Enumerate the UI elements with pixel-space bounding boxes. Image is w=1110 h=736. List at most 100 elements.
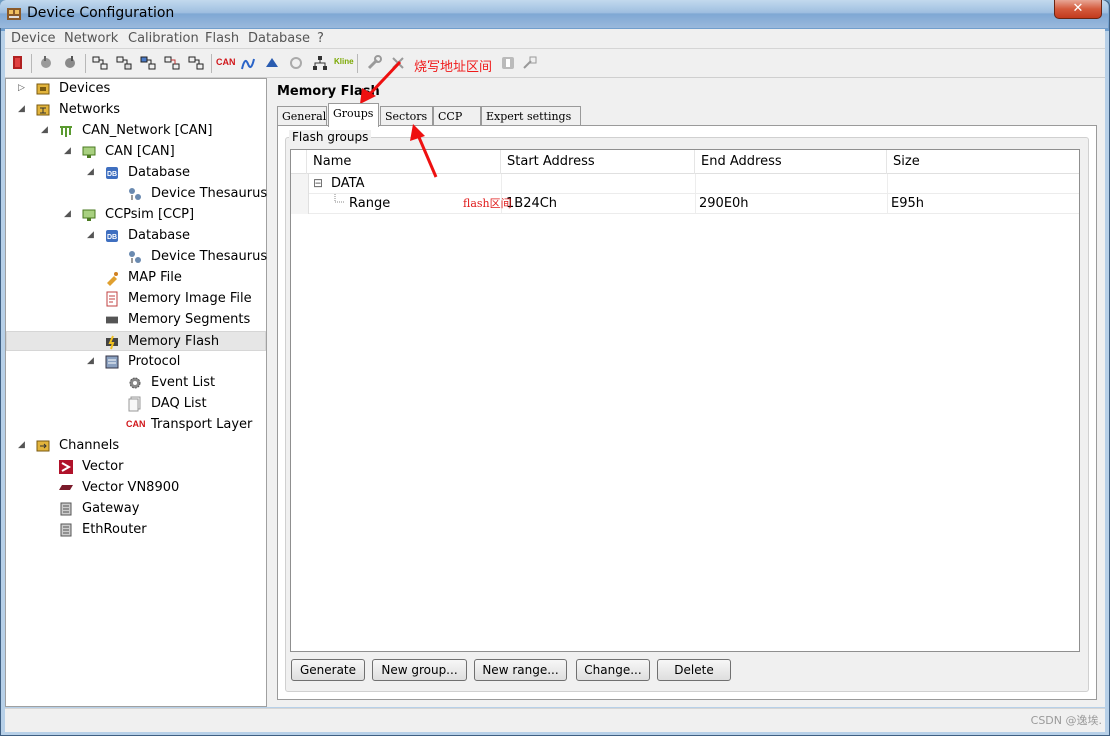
tree-item-vector-vn8900[interactable]: Vector VN8900 (6, 478, 266, 498)
generate-button[interactable]: Generate (291, 659, 365, 681)
collapse-icon[interactable]: ◢ (18, 104, 28, 114)
map-file-icon (107, 272, 118, 286)
tree-item-can-network[interactable]: ◢ CAN_Network [CAN] (6, 121, 266, 141)
close-button[interactable]: ✕ (1054, 0, 1102, 19)
collapse-icon[interactable]: ◢ (64, 146, 74, 156)
network-add-icon[interactable] (91, 54, 109, 72)
table-row[interactable]: ⊟ DATA (291, 174, 1079, 194)
cell-end-address: 290E0h (699, 196, 749, 211)
tree-label: Devices (59, 81, 111, 96)
menu-database[interactable]: Database (248, 31, 310, 46)
tree-item-protocol[interactable]: ◢ Protocol (6, 352, 266, 372)
tab-groups[interactable]: Groups (328, 103, 379, 127)
toolbar-separator (85, 54, 86, 73)
menu-help[interactable]: ? (317, 31, 324, 46)
tree-label: Database (128, 165, 191, 180)
annotation-flash-range: flash区间 (463, 197, 512, 210)
tree-item-event-list[interactable]: Event List (6, 373, 266, 393)
tree-item-device-thesaurus[interactable]: Device Thesaurus (6, 184, 267, 204)
list-icon (128, 396, 141, 412)
delete-button[interactable]: Delete (657, 659, 731, 681)
tree-item-ccpsim[interactable]: ◢ CCPsim [CCP] (6, 205, 266, 225)
parameter-icon[interactable] (499, 54, 517, 72)
tree-label: CAN_Network [CAN] (82, 123, 213, 138)
status-bar (5, 708, 1105, 732)
tree-label: MAP File (128, 270, 182, 285)
flexray-icon[interactable] (263, 54, 281, 72)
row-stub (291, 174, 309, 194)
settings-icon[interactable] (521, 54, 539, 72)
tab-sectors[interactable]: Sectors (380, 106, 433, 126)
row-stub (291, 194, 309, 214)
collapse-icon[interactable]: ◢ (41, 125, 51, 135)
menu-calibration[interactable]: Calibration (128, 31, 199, 46)
tree-item-device-thesaurus[interactable]: Device Thesaurus (6, 247, 267, 267)
exit-icon[interactable] (9, 54, 27, 72)
collapse-group-icon[interactable]: ⊟ (313, 176, 323, 190)
topology-icon[interactable] (311, 54, 329, 72)
kline-icon[interactable]: Kline (334, 57, 354, 66)
column-header-end-address[interactable]: End Address (694, 150, 886, 174)
collapse-icon[interactable]: ◢ (87, 167, 97, 177)
column-header-start-address[interactable]: Start Address (500, 150, 694, 174)
svg-text:DB: DB (107, 171, 117, 178)
vector-logo-icon (59, 460, 73, 474)
unplug-icon[interactable] (61, 54, 79, 72)
device-icon (82, 209, 96, 221)
network-device-icon[interactable] (115, 54, 133, 72)
tree-item-can[interactable]: ◢ CAN [CAN] (6, 142, 266, 162)
tree-item-transport-layer[interactable]: CAN Transport Layer (6, 415, 266, 435)
tree-item-networks[interactable]: ◢ Networks (6, 100, 266, 120)
column-header-name[interactable]: Name (306, 150, 502, 174)
table-row[interactable]: Range 1B24Ch 290E0h E95h (291, 194, 1079, 214)
tree-label: Gateway (82, 501, 140, 516)
network-link-icon[interactable] (139, 54, 157, 72)
collapse-icon[interactable]: ◢ (18, 440, 28, 450)
network-copy-icon[interactable] (163, 54, 181, 72)
expand-icon[interactable]: ▷ (18, 83, 28, 93)
menu-flash[interactable]: Flash (205, 31, 239, 46)
collapse-icon[interactable]: ◢ (87, 230, 97, 240)
plug-icon[interactable] (37, 54, 55, 72)
menu-network[interactable]: Network (64, 31, 118, 46)
can-icon[interactable]: CAN (216, 57, 236, 67)
tree-label: CCPsim [CCP] (105, 207, 195, 222)
tree-item-memory-image-file[interactable]: Memory Image File (6, 289, 266, 309)
tree-item-vector[interactable]: Vector (6, 457, 266, 477)
cell-name: DATA (331, 176, 365, 191)
flash-groups-grid[interactable]: Name Start Address End Address Size ⊟ DA… (290, 149, 1080, 652)
cell-start-address: 1B24Ch (506, 196, 558, 211)
ethernet-icon[interactable] (287, 54, 305, 72)
tree-item-memory-flash[interactable]: Memory Flash (6, 331, 266, 351)
tree-item-database[interactable]: ◢ DB Database (6, 226, 266, 246)
tree-item-channels[interactable]: ◢ Channels (6, 436, 266, 456)
tree-item-memory-segments[interactable]: Memory Segments (6, 310, 266, 330)
router-icon (60, 523, 72, 537)
tab-ccp[interactable]: CCP (433, 106, 481, 126)
channels-icon (36, 440, 50, 452)
lin-icon[interactable] (239, 54, 257, 72)
tree-item-devices[interactable]: ▷ Devices (6, 79, 266, 99)
new-range-button[interactable]: New range... (474, 659, 567, 681)
column-header-size[interactable]: Size (886, 150, 1079, 174)
tree-item-ethrouter[interactable]: EthRouter (6, 520, 266, 540)
tree-item-map-file[interactable]: MAP File (6, 268, 266, 288)
gateway-icon (60, 502, 72, 516)
tab-general[interactable]: General (277, 106, 327, 126)
tree-item-database[interactable]: ◢ DB Database (6, 163, 266, 183)
collapse-icon[interactable]: ◢ (64, 209, 74, 219)
tree-item-daq-list[interactable]: DAQ List (6, 394, 266, 414)
tree-label: Memory Image File (128, 291, 252, 306)
window-title: Device Configuration (27, 5, 175, 21)
menu-device[interactable]: Device (11, 31, 55, 46)
new-group-button[interactable]: New group... (372, 659, 467, 681)
change-button[interactable]: Change... (576, 659, 650, 681)
tree-item-gateway[interactable]: Gateway (6, 499, 266, 519)
network-remove-icon[interactable] (187, 54, 205, 72)
tab-expert-settings[interactable]: Expert settings (481, 106, 581, 126)
wrench-icon[interactable] (365, 54, 383, 72)
collapse-icon[interactable]: ◢ (87, 356, 97, 366)
tools-icon[interactable] (389, 54, 407, 72)
device-tree[interactable]: ▷ Devices ◢ Networks ◢ CAN_Network [CAN]… (5, 78, 267, 707)
toolbar-separator (211, 54, 212, 73)
